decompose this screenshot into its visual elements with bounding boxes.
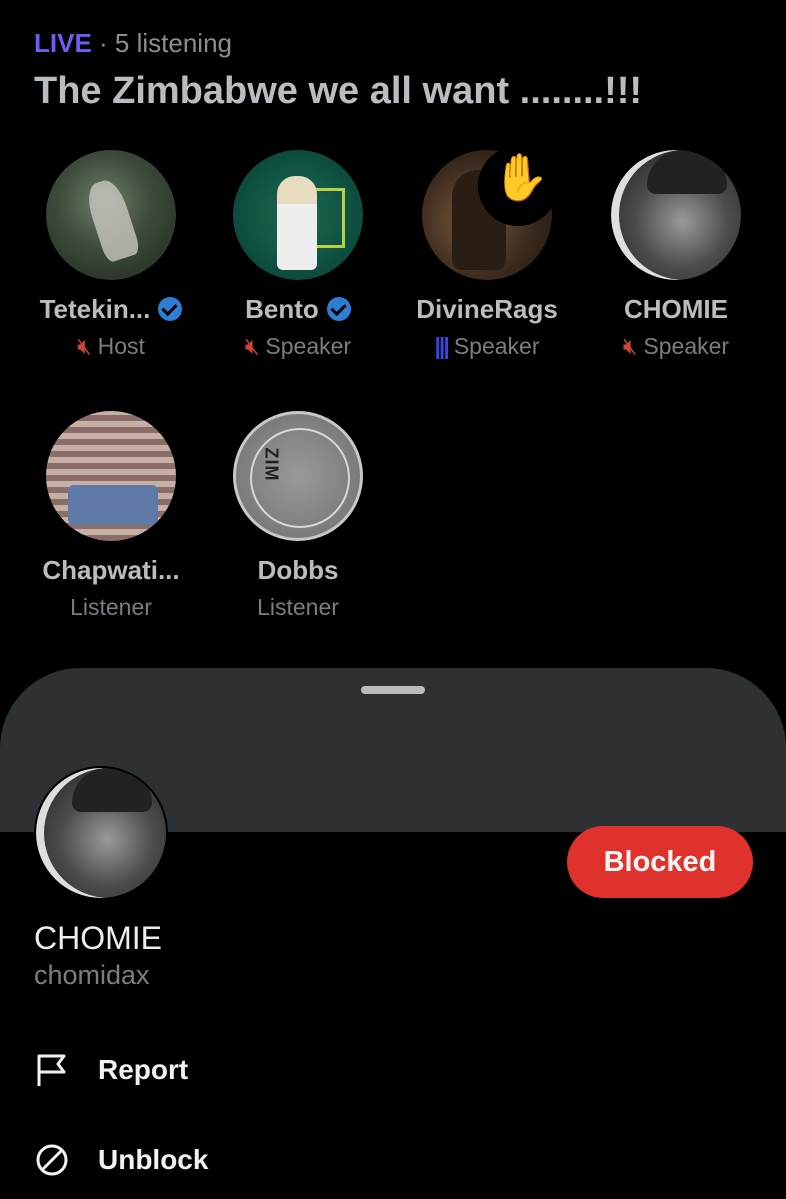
- participant-name: Tetekin...: [21, 294, 201, 325]
- drag-handle[interactable]: [361, 686, 425, 694]
- participant-role: Listener: [257, 594, 339, 620]
- participant-divinerags[interactable]: ✋ DivineRags ||| Speaker: [397, 146, 577, 360]
- live-status: LIVE · 5 listening: [34, 28, 232, 59]
- report-menu-item[interactable]: Report: [34, 1040, 434, 1100]
- participant-name: DivineRags: [416, 294, 558, 324]
- listening-count: · 5 listening: [99, 28, 232, 58]
- verified-badge-icon: [326, 297, 351, 321]
- avatar[interactable]: [611, 150, 741, 280]
- participant-name: Chapwati...: [42, 555, 180, 585]
- participant-chomie[interactable]: CHOMIE 🔇︎ Speaker: [586, 150, 766, 360]
- participant-name: Dobbs: [257, 555, 339, 585]
- mic-off-icon: 🔇︎: [622, 333, 638, 359]
- participant-name: CHOMIE: [624, 294, 728, 324]
- unblock-menu-item[interactable]: Unblock: [34, 1130, 434, 1190]
- participant-bento[interactable]: Bento 🔇︎ Speaker: [208, 150, 388, 360]
- participant-role: 🔇︎ Speaker: [244, 333, 352, 359]
- participant-dobbs[interactable]: ZIM Dobbs Listener: [208, 411, 388, 621]
- user-display-name: CHOMIE: [34, 920, 162, 956]
- participant-role: ||| Speaker: [434, 333, 540, 359]
- user-handle: chomidax: [34, 960, 150, 990]
- avatar-logo-text: ZIM: [261, 447, 282, 482]
- flag-icon: [34, 1052, 70, 1088]
- blocked-button[interactable]: Blocked: [567, 826, 753, 898]
- avatar[interactable]: [233, 150, 363, 280]
- participant-role: Listener: [70, 594, 152, 620]
- speaking-bars-icon: |||: [434, 333, 450, 359]
- raised-hand-icon: ✋: [478, 146, 558, 226]
- avatar[interactable]: ZIM: [233, 411, 363, 541]
- avatar[interactable]: [46, 411, 176, 541]
- avatar[interactable]: [46, 150, 176, 280]
- user-avatar[interactable]: [34, 766, 168, 900]
- participant-tetekin[interactable]: Tetekin... 🔇︎ Host: [21, 150, 201, 360]
- verified-badge-icon: [158, 297, 183, 321]
- unblock-icon: [34, 1142, 70, 1178]
- unblock-label: Unblock: [98, 1144, 209, 1175]
- mic-off-icon: 🔇︎: [77, 333, 92, 359]
- participant-role: 🔇︎ Host: [77, 333, 145, 359]
- participant-name: Bento: [208, 294, 388, 325]
- participant-chapwati[interactable]: Chapwati... Listener: [21, 411, 201, 621]
- participant-role: 🔇︎ Speaker: [622, 333, 730, 359]
- space-title: The Zimbabwe we all want ........!!!: [34, 70, 643, 112]
- report-label: Report: [98, 1054, 189, 1085]
- user-bottom-sheet: Blocked CHOMIE chomidax Report Unblock: [0, 668, 786, 1199]
- mic-off-icon: 🔇︎: [244, 333, 260, 359]
- live-label: LIVE: [34, 28, 92, 58]
